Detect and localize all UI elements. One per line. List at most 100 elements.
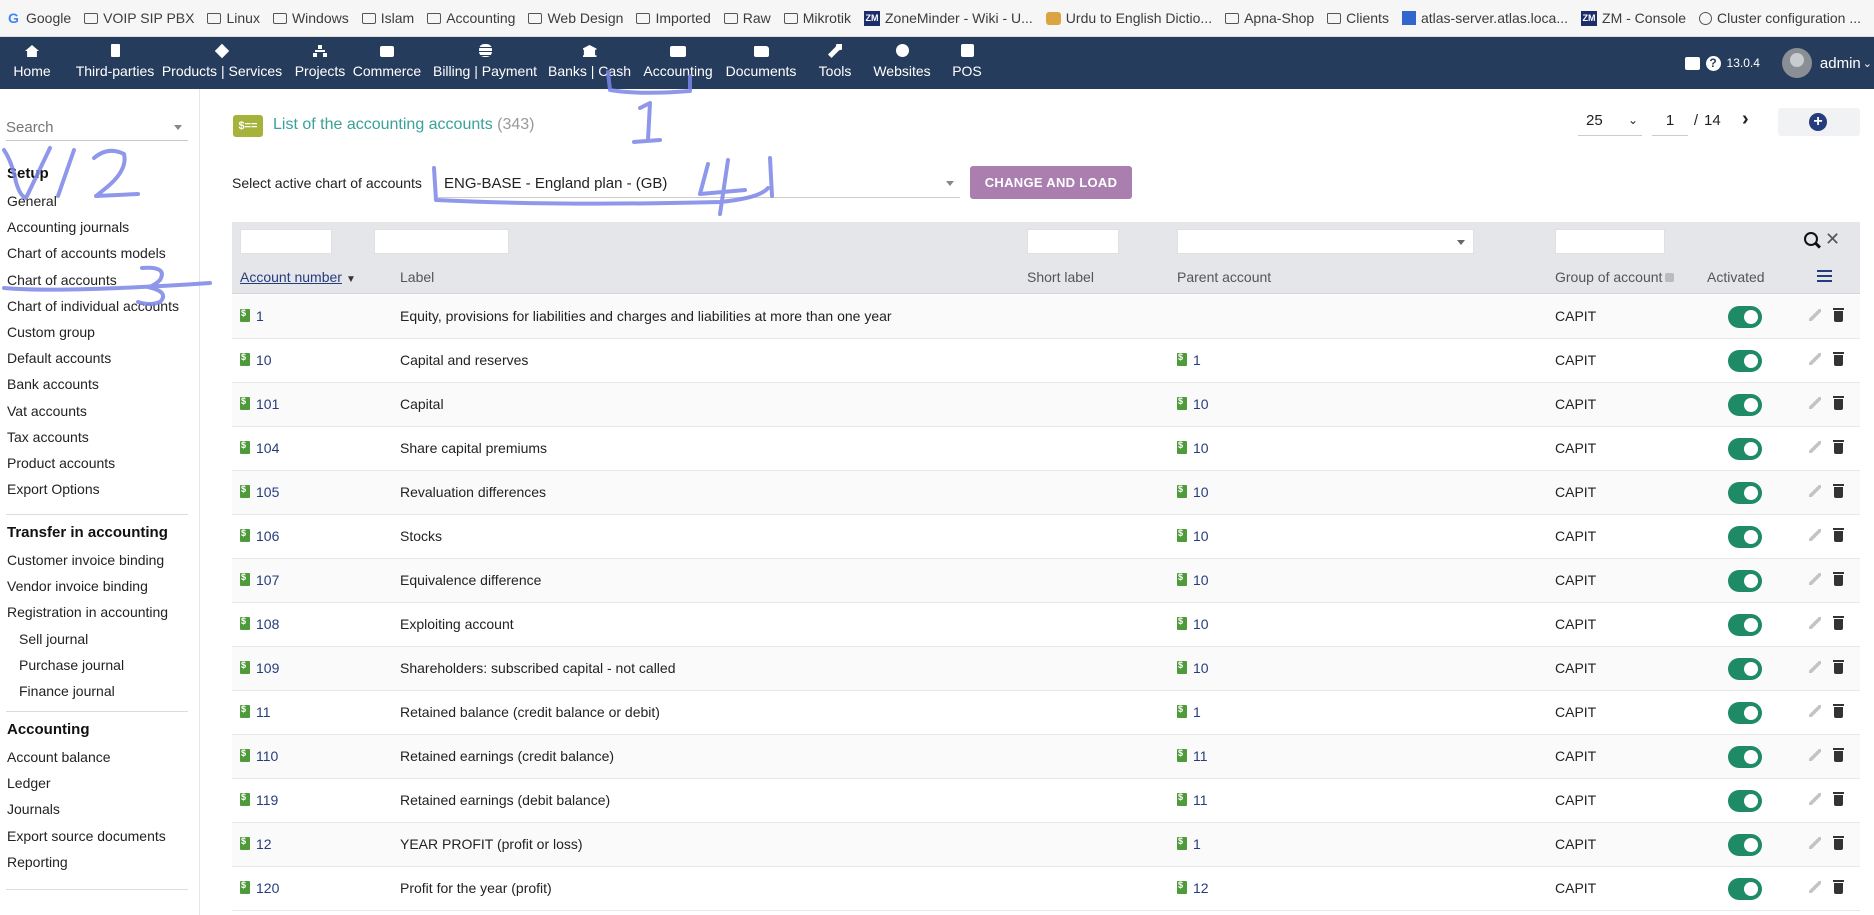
account-number-link[interactable]: 107 <box>240 572 279 588</box>
activated-toggle[interactable] <box>1728 746 1762 768</box>
bookmark-item[interactable]: Mikrotik <box>783 10 851 26</box>
nav-item-tools[interactable]: Tools <box>805 37 865 89</box>
delete-icon[interactable] <box>1833 572 1844 586</box>
delete-icon[interactable] <box>1833 440 1844 454</box>
edit-icon[interactable] <box>1809 705 1821 717</box>
parent-account-link[interactable]: 1 <box>1177 352 1201 368</box>
avatar[interactable] <box>1781 48 1812 78</box>
delete-icon[interactable] <box>1833 792 1844 806</box>
header-activated[interactable]: Activated <box>1707 269 1765 285</box>
activated-toggle[interactable] <box>1728 702 1762 724</box>
sidebar-item[interactable]: Chart of accounts models <box>7 245 166 261</box>
parent-account-link[interactable]: 11 <box>1177 748 1208 764</box>
activated-toggle[interactable] <box>1728 394 1762 416</box>
bookmark-item[interactable]: atlas-server.atlas.loca... <box>1401 10 1568 26</box>
edit-icon[interactable] <box>1809 529 1821 541</box>
page-size-select[interactable]: 25 ⌄ <box>1578 108 1642 136</box>
delete-icon[interactable] <box>1833 616 1844 630</box>
sidebar-subitem[interactable]: Purchase journal <box>19 657 124 673</box>
current-page-input[interactable]: 1 <box>1652 108 1688 136</box>
sidebar-item[interactable]: Custom group <box>7 324 95 340</box>
activated-toggle[interactable] <box>1728 438 1762 460</box>
sidebar-item[interactable]: Vat accounts <box>7 403 87 419</box>
sidebar-item[interactable]: Export Options <box>7 481 100 497</box>
edit-icon[interactable] <box>1809 661 1821 673</box>
delete-icon[interactable] <box>1833 352 1844 366</box>
parent-account-link[interactable]: 10 <box>1177 396 1209 412</box>
print-icon[interactable] <box>1684 56 1700 70</box>
nav-item-billing-payment[interactable]: Billing | Payment <box>430 37 540 89</box>
column-list-icon[interactable] <box>1817 270 1832 282</box>
sidebar-item[interactable]: Registration in accounting <box>7 604 168 620</box>
header-label[interactable]: Label <box>400 269 434 285</box>
filter-account-number[interactable] <box>240 229 332 254</box>
parent-account-link[interactable]: 1 <box>1177 836 1201 852</box>
nav-item-commerce[interactable]: Commerce <box>351 37 423 89</box>
parent-account-link[interactable]: 1 <box>1177 704 1201 720</box>
bookmark-item[interactable]: G Google <box>6 10 71 26</box>
next-page-icon[interactable]: › <box>1742 108 1758 132</box>
account-number-link[interactable]: 109 <box>240 660 279 676</box>
edit-icon[interactable] <box>1809 617 1821 629</box>
nav-item-products-services[interactable]: Products | Services <box>150 37 294 89</box>
sidebar-item[interactable]: Vendor invoice binding <box>7 578 148 594</box>
sidebar-subitem[interactable]: Sell journal <box>19 631 88 647</box>
delete-icon[interactable] <box>1833 880 1844 894</box>
account-number-link[interactable]: 110 <box>240 748 278 764</box>
filter-group[interactable] <box>1555 229 1665 254</box>
account-number-link[interactable]: 1 <box>240 308 264 324</box>
sidebar-subitem[interactable]: Finance journal <box>19 683 115 699</box>
bookmark-item[interactable]: ZM ZoneMinder - Wiki - U... <box>863 10 1033 26</box>
user-menu[interactable]: admin <box>1820 55 1861 72</box>
sidebar-search-input[interactable] <box>6 116 166 138</box>
activated-toggle[interactable] <box>1728 878 1762 900</box>
header-parent-account[interactable]: Parent account <box>1177 269 1271 285</box>
sidebar-item[interactable]: Account balance <box>7 749 111 765</box>
edit-icon[interactable] <box>1809 309 1821 321</box>
account-number-link[interactable]: 105 <box>240 484 279 500</box>
close-icon[interactable]: ✕ <box>1825 229 1840 250</box>
bookmark-item[interactable]: Accounting <box>427 10 515 26</box>
bookmark-item[interactable]: Islam <box>361 10 414 26</box>
sidebar-item[interactable]: Bank accounts <box>7 376 99 392</box>
parent-account-link[interactable]: 10 <box>1177 440 1209 456</box>
bookmark-item[interactable]: Windows <box>272 10 349 26</box>
filter-parent-account[interactable] <box>1177 229 1474 254</box>
nav-item-accounting[interactable]: Accounting <box>640 37 716 89</box>
sidebar-item[interactable]: Export source documents <box>7 828 166 844</box>
nav-item-banks-cash[interactable]: Banks | Cash <box>543 37 636 89</box>
header-short-label[interactable]: Short label <box>1027 269 1094 285</box>
activated-toggle[interactable] <box>1728 570 1762 592</box>
account-number-link[interactable]: 120 <box>240 880 279 896</box>
search-icon[interactable] <box>1804 232 1822 250</box>
activated-toggle[interactable] <box>1728 658 1762 680</box>
sidebar-item[interactable]: Product accounts <box>7 455 115 471</box>
help-icon[interactable]: ? <box>1705 55 1721 71</box>
edit-icon[interactable] <box>1809 573 1821 585</box>
activated-toggle[interactable] <box>1728 482 1762 504</box>
parent-account-link[interactable]: 12 <box>1177 880 1209 896</box>
filter-label[interactable] <box>374 229 509 254</box>
edit-icon[interactable] <box>1809 837 1821 849</box>
bookmark-item[interactable]: Linux <box>207 10 260 26</box>
parent-account-link[interactable]: 10 <box>1177 616 1209 632</box>
bookmark-item[interactable]: Imported <box>636 10 711 26</box>
sidebar-item[interactable]: Customer invoice binding <box>7 552 164 568</box>
nav-item-pos[interactable]: POS <box>937 37 997 89</box>
caret-down-icon[interactable] <box>174 125 182 130</box>
nav-item-documents[interactable]: Documents <box>718 37 804 89</box>
activated-toggle[interactable] <box>1728 306 1762 328</box>
parent-account-link[interactable]: 10 <box>1177 484 1209 500</box>
edit-icon[interactable] <box>1809 441 1821 453</box>
account-number-link[interactable]: 119 <box>240 792 278 808</box>
edit-icon[interactable] <box>1809 749 1821 761</box>
edit-icon[interactable] <box>1809 397 1821 409</box>
sidebar-item[interactable]: Journals <box>7 801 60 817</box>
activated-toggle[interactable] <box>1728 350 1762 372</box>
sidebar-item[interactable]: Reporting <box>7 854 68 870</box>
account-number-link[interactable]: 101 <box>240 396 279 412</box>
account-number-link[interactable]: 108 <box>240 616 279 632</box>
parent-account-link[interactable]: 10 <box>1177 572 1209 588</box>
header-group[interactable]: Group of account <box>1555 269 1675 285</box>
nav-item-home[interactable]: Home <box>6 37 58 89</box>
